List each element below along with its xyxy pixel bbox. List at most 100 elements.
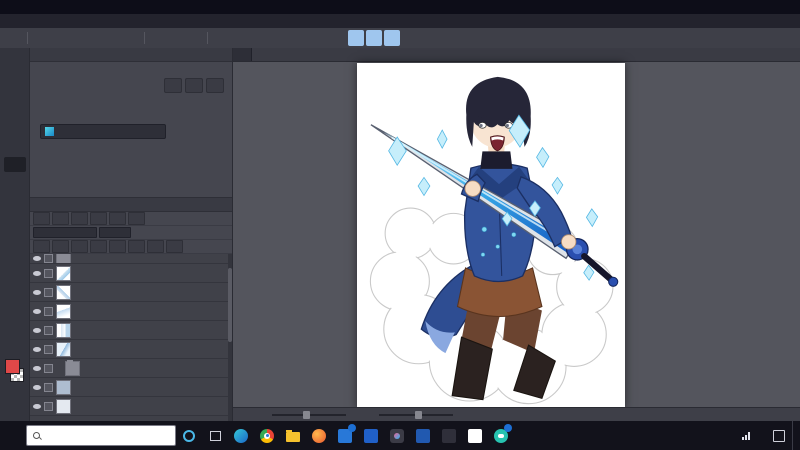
layer-row[interactable] [30,340,232,359]
eyedropper-tool-icon[interactable] [4,142,26,157]
lasso-tool-icon[interactable] [4,112,26,127]
cortana-button[interactable] [176,421,202,450]
layer-row[interactable] [30,254,232,264]
layer-row[interactable] [30,302,232,321]
ruler-icon[interactable] [128,212,145,225]
visibility-eye-icon[interactable] [33,270,41,276]
main-menu-icon[interactable] [6,30,22,46]
zoom-slider-knob[interactable] [303,410,311,419]
redo-icon[interactable] [168,30,184,46]
layer-checkbox[interactable] [44,344,53,354]
file-explorer-button[interactable] [280,421,306,450]
reset-rotation-icon[interactable] [285,30,301,46]
save-file-icon[interactable] [87,30,103,46]
text-tool-icon[interactable] [4,307,26,322]
show-desktop-button[interactable] [792,421,797,450]
layer-mask-icon[interactable] [109,212,126,225]
visibility-eye-icon[interactable] [33,403,41,409]
expression-color-select[interactable] [40,124,166,139]
visibility-eye-icon[interactable] [33,289,41,295]
visibility-eye-icon[interactable] [33,365,41,371]
export-icon[interactable] [105,30,121,46]
layer-property-header[interactable] [30,48,232,62]
invert-selection-icon[interactable] [231,30,247,46]
snap-ruler-icon[interactable] [348,30,364,46]
layer-checkbox[interactable] [44,401,53,411]
material-palette-icon[interactable] [420,30,436,46]
operation-tool-icon[interactable] [4,52,26,67]
tone-effect-icon[interactable] [185,78,203,93]
layer-row[interactable] [30,321,232,340]
layer-row[interactable] [30,397,232,416]
clipping-icon[interactable] [33,212,50,225]
zoom-tool-icon[interactable] [4,82,26,97]
merge-up-icon[interactable] [128,240,145,253]
zoom-slider[interactable] [272,410,346,419]
visibility-eye-icon[interactable] [33,308,41,314]
lock-layer-icon[interactable] [71,212,88,225]
canvas-artwork[interactable] [357,63,625,409]
maximize-button[interactable] [762,0,781,14]
network-icon[interactable] [742,431,752,440]
start-button[interactable] [0,421,26,450]
deselect-icon[interactable] [213,30,229,46]
duplicate-layer-icon[interactable] [90,240,107,253]
layer-checkbox[interactable] [44,306,53,316]
mail-button[interactable] [332,421,358,450]
layer-row[interactable] [30,264,232,283]
snap-special-ruler-icon[interactable] [366,30,382,46]
taskbar-search-input[interactable] [46,430,169,441]
layer-color-effect-icon[interactable] [206,78,224,93]
pen-tool-icon[interactable] [3,157,26,172]
figure-tool-icon[interactable] [4,292,26,307]
new-file-icon[interactable] [33,30,49,46]
lock-transparent-icon[interactable] [90,212,107,225]
layer-checkbox[interactable] [44,325,53,335]
main-color-swatch[interactable] [5,359,20,374]
brush-tool-icon[interactable] [4,187,26,202]
visibility-eye-icon[interactable] [33,346,41,352]
selection-tool-icon[interactable] [4,97,26,112]
border-effect-icon[interactable] [164,78,182,93]
line-correction-tool-icon[interactable] [4,337,26,352]
rotation-slider[interactable] [379,410,453,419]
print-icon[interactable] [123,30,139,46]
taskbar-search[interactable] [26,425,176,446]
minimize-button[interactable] [743,0,762,14]
merge-down-icon[interactable] [147,240,164,253]
visibility-eye-icon[interactable] [33,327,41,333]
layer-panel-header[interactable] [30,198,232,212]
gradient-tool-icon[interactable] [4,277,26,292]
fit-to-screen-icon[interactable] [267,30,283,46]
blend-tool-icon[interactable] [4,247,26,262]
eraser-tool-icon[interactable] [4,232,26,247]
new-vector-layer-icon[interactable] [52,240,69,253]
music-button[interactable] [462,421,488,450]
layer-row[interactable] [30,378,232,397]
visibility-eye-icon[interactable] [33,384,41,390]
move-tool-icon[interactable] [4,67,26,82]
magic-wand-tool-icon[interactable] [4,127,26,142]
blend-mode-select[interactable] [33,227,97,238]
layer-checkbox[interactable] [44,287,53,297]
new-file-dropdown-icon[interactable] [51,30,67,46]
word-button[interactable] [410,421,436,450]
chrome-button[interactable] [254,421,280,450]
layer-row[interactable] [30,283,232,302]
scrollbar-thumb[interactable] [228,268,232,342]
layer-checkbox[interactable] [44,268,53,278]
new-folder-icon[interactable] [71,240,88,253]
delete-icon[interactable] [186,30,202,46]
layer-checkbox[interactable] [44,363,53,373]
layer-list-scrollbar[interactable] [228,254,232,421]
chat-button[interactable] [488,421,514,450]
edge-button[interactable] [228,421,254,450]
new-layer-icon[interactable] [33,240,50,253]
close-button[interactable] [781,0,800,14]
pencil-tool-icon[interactable] [4,172,26,187]
fill-tool-icon[interactable] [4,262,26,277]
rotation-slider-knob[interactable] [414,410,422,419]
pen-pressure-icon[interactable] [402,30,418,46]
undo-icon[interactable] [150,30,166,46]
open-file-icon[interactable] [69,30,85,46]
